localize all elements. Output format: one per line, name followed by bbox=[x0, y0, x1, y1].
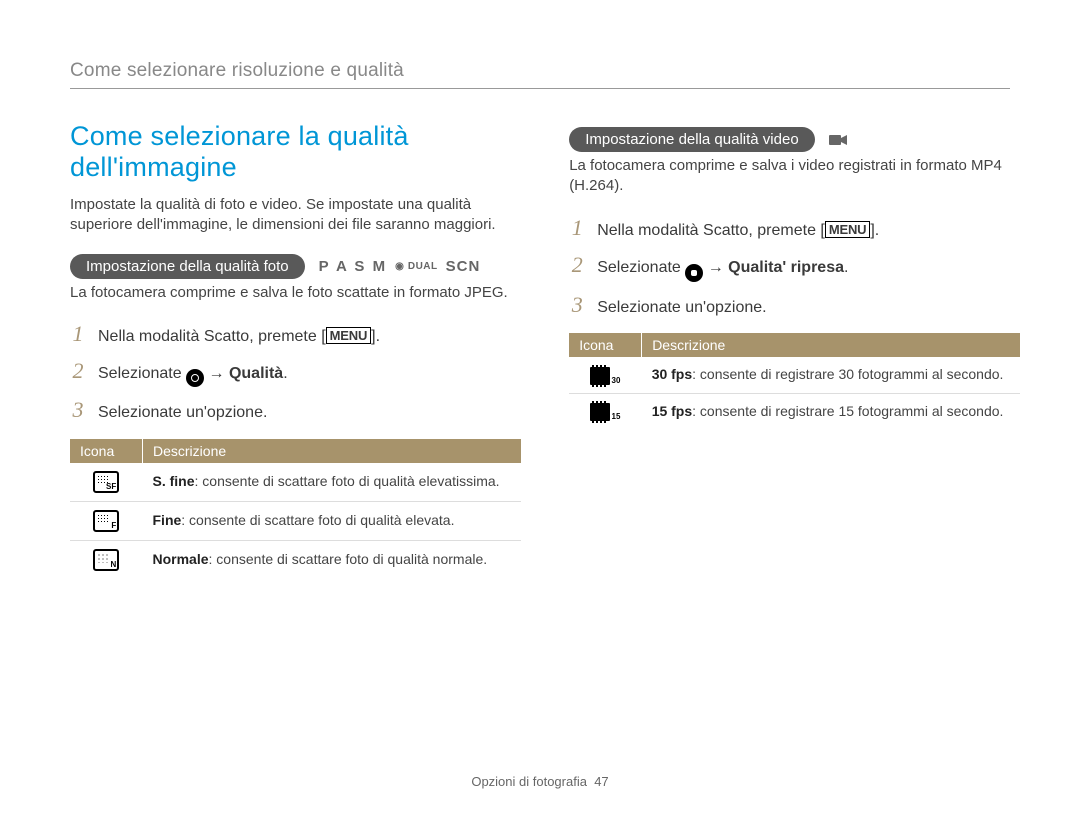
video-pill: Impostazione della qualità video bbox=[569, 127, 814, 152]
step-text: Selezionate → Qualita' ripresa. bbox=[597, 257, 848, 282]
table-row: 30 30 fps: consente di registrare 30 fot… bbox=[569, 357, 1020, 393]
video-steps: 1 Nella modalità Scatto, premete [MENU].… bbox=[569, 215, 1020, 320]
foto-subtext: La fotocamera comprime e salva le foto s… bbox=[70, 283, 521, 303]
foto-step-3: 3 Selezionate un'opzione. bbox=[70, 397, 521, 424]
video-step-1: 1 Nella modalità Scatto, premete [MENU]. bbox=[569, 215, 1020, 242]
fps15-icon: 15 bbox=[590, 403, 620, 421]
table-head-icon: Icona bbox=[569, 333, 642, 357]
quality-fine-icon: F bbox=[93, 510, 119, 532]
dual-icon: ◉DUAL bbox=[395, 261, 438, 272]
right-column: Impostazione della qualità video La foto… bbox=[569, 121, 1020, 579]
video-heading-row: Impostazione della qualità video bbox=[569, 127, 1020, 152]
table-head-icon: Icona bbox=[70, 439, 143, 463]
left-column: Come selezionare la qualità dell'immagin… bbox=[70, 121, 521, 579]
step-number: 2 bbox=[70, 358, 86, 384]
mode-letters: P A S M bbox=[319, 258, 387, 275]
menu-icon: MENU bbox=[825, 221, 870, 239]
movie-mode-icon bbox=[829, 133, 847, 147]
intro-text: Impostate la qualità di foto e video. Se… bbox=[70, 195, 521, 236]
foto-quality-table: Icona Descrizione SF S. fine: consente d… bbox=[70, 439, 521, 579]
page-title: Come selezionare la qualità dell'immagin… bbox=[70, 121, 521, 183]
step-number: 1 bbox=[70, 321, 86, 347]
table-head-desc: Descrizione bbox=[143, 439, 522, 463]
page-footer: Opzioni di fotografia 47 bbox=[0, 774, 1080, 789]
foto-step-1: 1 Nella modalità Scatto, premete [MENU]. bbox=[70, 321, 521, 348]
step-number: 3 bbox=[569, 292, 585, 318]
table-row: N Normale: consente di scattare foto di … bbox=[70, 540, 521, 579]
step-text: Selezionate → Qualità. bbox=[98, 363, 288, 387]
step-number: 1 bbox=[569, 215, 585, 241]
step-number: 2 bbox=[569, 252, 585, 278]
foto-pill: Impostazione della qualità foto bbox=[70, 254, 305, 279]
mode-icons: P A S M ◉DUAL SCN bbox=[319, 258, 481, 275]
video-step-2: 2 Selezionate → Qualita' ripresa. bbox=[569, 252, 1020, 282]
step-text: Nella modalità Scatto, premete [MENU]. bbox=[98, 326, 380, 348]
breadcrumb: Come selezionare risoluzione e qualità bbox=[70, 60, 1010, 89]
step-number: 3 bbox=[70, 397, 86, 423]
foto-steps: 1 Nella modalità Scatto, premete [MENU].… bbox=[70, 321, 521, 425]
table-row: 15 15 fps: consente di registrare 15 fot… bbox=[569, 393, 1020, 429]
step-text: Selezionate un'opzione. bbox=[597, 297, 766, 319]
foto-heading-row: Impostazione della qualità foto P A S M … bbox=[70, 254, 521, 279]
foto-step-2: 2 Selezionate → Qualità. bbox=[70, 358, 521, 387]
video-subtext: La fotocamera comprime e salva i video r… bbox=[569, 156, 1020, 197]
table-head-desc: Descrizione bbox=[642, 333, 1021, 357]
video-quality-table: Icona Descrizione 30 30 fps: consente di… bbox=[569, 333, 1020, 429]
quality-sfine-icon: SF bbox=[93, 471, 119, 493]
table-row: F Fine: consente di scattare foto di qua… bbox=[70, 501, 521, 540]
video-icon bbox=[685, 264, 703, 282]
quality-normal-icon: N bbox=[93, 549, 119, 571]
camera-icon bbox=[186, 369, 204, 387]
step-text: Nella modalità Scatto, premete [MENU]. bbox=[597, 220, 879, 242]
scn-label: SCN bbox=[446, 258, 481, 275]
menu-icon: MENU bbox=[326, 327, 371, 345]
fps30-icon: 30 bbox=[590, 367, 620, 385]
table-row: SF S. fine: consente di scattare foto di… bbox=[70, 463, 521, 502]
step-text: Selezionate un'opzione. bbox=[98, 402, 267, 424]
video-step-3: 3 Selezionate un'opzione. bbox=[569, 292, 1020, 319]
